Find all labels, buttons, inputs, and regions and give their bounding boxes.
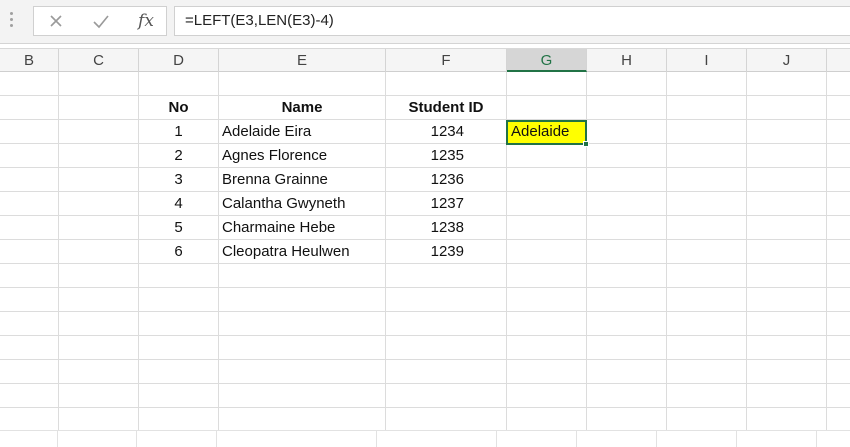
cell-name[interactable]: Agnes Florence	[219, 144, 385, 167]
cell-no[interactable]: 3	[139, 168, 218, 191]
header-student-id[interactable]: Student ID	[386, 96, 506, 119]
header-no[interactable]: No	[139, 96, 218, 119]
cell-name[interactable]: Charmaine Hebe	[219, 216, 385, 239]
selected-cell[interactable]: Adelaide	[506, 120, 587, 145]
enter-button[interactable]	[83, 7, 119, 35]
column-header-b[interactable]: B	[0, 49, 59, 72]
cell-student-id[interactable]: 1234	[386, 120, 464, 143]
column-header-e[interactable]: E	[219, 49, 386, 72]
column-header-h[interactable]: H	[587, 49, 667, 72]
cell-name[interactable]: Cleopatra Heulwen	[219, 240, 385, 263]
cell-no[interactable]: 1	[139, 120, 218, 143]
cell-student-id[interactable]: 1238	[386, 216, 464, 239]
cancel-button[interactable]	[38, 7, 74, 35]
cell-student-id[interactable]: 1237	[386, 192, 464, 215]
bottom-strip	[0, 430, 850, 447]
cell-no[interactable]: 5	[139, 216, 218, 239]
cell-student-id[interactable]: 1239	[386, 240, 464, 263]
insert-function-button[interactable]: fx	[128, 7, 164, 35]
fx-icon: fx	[138, 11, 154, 31]
cell-name[interactable]: Brenna Grainne	[219, 168, 385, 191]
cell-student-id[interactable]: 1236	[386, 168, 464, 191]
formula-input[interactable]: =LEFT(E3,LEN(E3)-4)	[174, 6, 850, 36]
column-header-k[interactable]	[827, 49, 850, 72]
cell-name[interactable]: Adelaide Eira	[219, 120, 385, 143]
column-header-i[interactable]: I	[667, 49, 747, 72]
column-header-g[interactable]: G	[507, 49, 587, 72]
grip-handle-icon[interactable]	[10, 12, 14, 28]
x-icon	[50, 15, 62, 27]
check-icon	[93, 15, 109, 29]
cell-no[interactable]: 2	[139, 144, 218, 167]
column-header-j[interactable]: J	[747, 49, 827, 72]
fill-handle[interactable]	[583, 141, 589, 147]
header-name[interactable]: Name	[219, 96, 385, 119]
cell-no[interactable]: 6	[139, 240, 218, 263]
formula-bar-buttons: fx	[33, 6, 167, 36]
column-header-d[interactable]: D	[139, 49, 219, 72]
column-header-c[interactable]: C	[59, 49, 139, 72]
column-headers: B C D E F G H I J	[0, 48, 850, 72]
cell-no[interactable]: 4	[139, 192, 218, 215]
column-header-f[interactable]: F	[386, 49, 507, 72]
cell-student-id[interactable]: 1235	[386, 144, 464, 167]
formula-bar: fx =LEFT(E3,LEN(E3)-4)	[0, 0, 850, 44]
cell-name[interactable]: Calantha Gwyneth	[219, 192, 385, 215]
